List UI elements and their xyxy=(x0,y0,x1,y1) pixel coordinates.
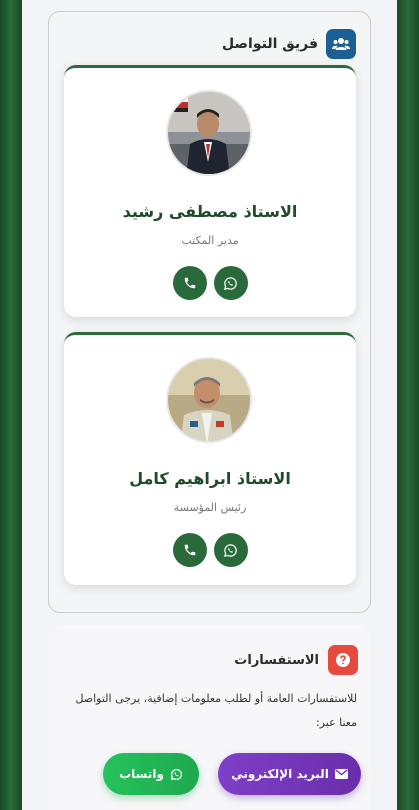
contact-buttons xyxy=(64,533,356,567)
page-border-right xyxy=(397,0,419,810)
email-button-label: البريد الإلكتروني xyxy=(231,767,329,781)
team-title: فريق التواصل xyxy=(222,36,318,52)
whatsapp-icon xyxy=(223,543,237,557)
phone-icon xyxy=(184,544,195,556)
member-role: رئيس المؤسسة xyxy=(173,501,247,514)
envelope-icon xyxy=(334,769,348,779)
page-border-left xyxy=(0,0,22,810)
member-card: الاستاذ مصطفى رشيد مدير المكتب xyxy=(64,65,356,317)
question-icon xyxy=(328,645,358,675)
whatsapp-button[interactable] xyxy=(213,533,248,567)
member-name: الاستاذ ابراهيم كامل xyxy=(129,469,291,488)
team-header: فريق التواصل xyxy=(222,29,356,59)
team-panel: فريق التواصل الاستاذ مصطفى رشيد مدير الم… xyxy=(48,11,371,613)
inquiries-header: الاستفسارات xyxy=(234,645,358,675)
member-name: الاستاذ مصطفى رشيد xyxy=(122,202,298,221)
whatsapp-contact-button[interactable]: واتساب xyxy=(103,753,199,795)
member-role: مدير المكتب xyxy=(181,234,239,247)
whatsapp-button-label: واتساب xyxy=(119,767,164,781)
page-content: فريق التواصل الاستاذ مصطفى رشيد مدير الم… xyxy=(22,0,397,810)
avatar xyxy=(166,90,252,176)
member-card: الاستاذ ابراهيم كامل رئيس المؤسسة xyxy=(64,332,356,585)
inquiries-text: للاستفسارات العامة أو لطلب معلومات إضافي… xyxy=(75,692,357,729)
inquiries-title: الاستفسارات xyxy=(234,652,319,668)
whatsapp-icon xyxy=(170,768,182,780)
users-icon xyxy=(326,29,356,59)
call-button[interactable] xyxy=(172,266,207,300)
inquiries-panel: الاستفسارات للاستفسارات العامة أو لطلب م… xyxy=(48,625,371,810)
phone-icon xyxy=(184,277,195,289)
email-button[interactable]: البريد الإلكتروني xyxy=(218,753,361,795)
contact-buttons xyxy=(64,266,356,300)
call-button[interactable] xyxy=(172,533,207,567)
whatsapp-button[interactable] xyxy=(213,266,248,300)
whatsapp-icon xyxy=(223,276,237,290)
avatar xyxy=(166,357,252,443)
